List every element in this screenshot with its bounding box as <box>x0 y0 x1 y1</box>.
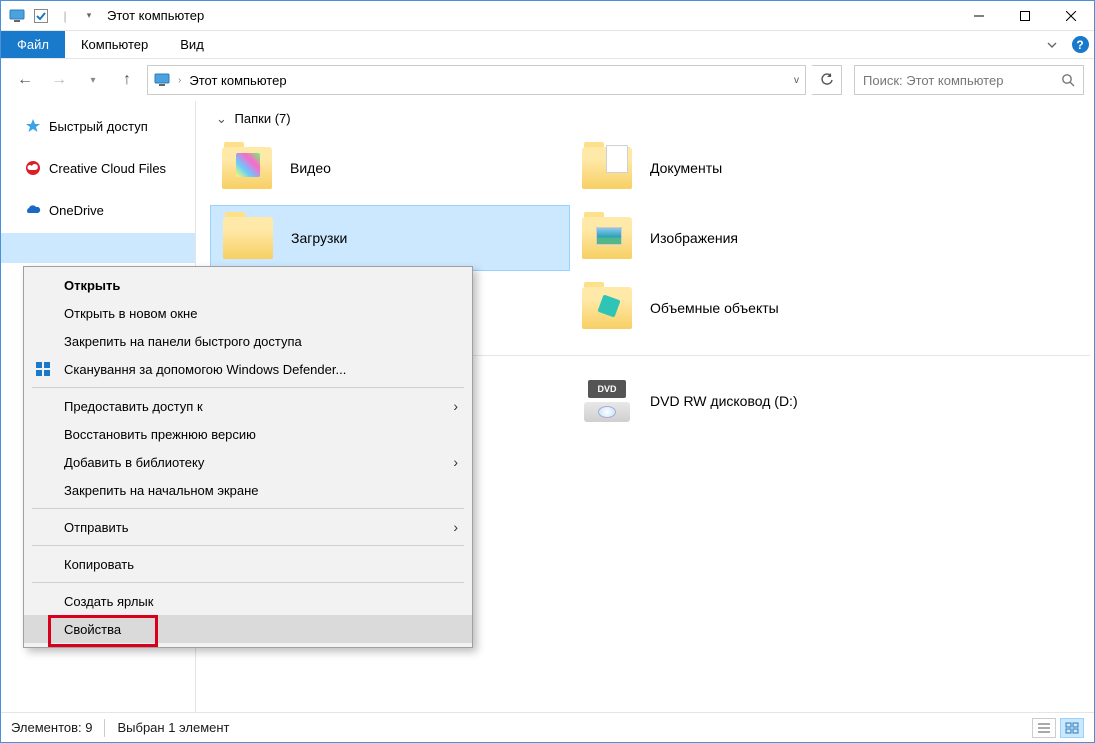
context-item-properties[interactable]: Свойства <box>24 615 472 643</box>
breadcrumb[interactable]: Этот компьютер <box>189 73 286 88</box>
status-bar: Элементов: 9 Выбран 1 элемент <box>1 712 1094 742</box>
folder-label: Загрузки <box>291 230 347 246</box>
submenu-arrow-icon: › <box>453 454 458 470</box>
folder-label: Документы <box>650 160 722 176</box>
context-item-give-access[interactable]: Предоставить доступ к› <box>24 392 472 420</box>
view-details-button[interactable] <box>1032 718 1056 738</box>
drive-tile-dvd[interactable]: DVD DVD RW дисковод (D:) <box>570 368 930 434</box>
context-item-copy[interactable]: Копировать <box>24 550 472 578</box>
window-title: Этот компьютер <box>107 8 204 23</box>
address-bar[interactable]: › Этот компьютер v <box>147 65 806 95</box>
submenu-arrow-icon: › <box>453 519 458 535</box>
context-item-restore-previous[interactable]: Восстановить прежнюю версию <box>24 420 472 448</box>
folder-label: Видео <box>290 160 331 176</box>
folder-tile-video[interactable]: Видео <box>210 135 570 201</box>
folder-icon <box>223 217 273 259</box>
maximize-button[interactable] <box>1002 1 1048 31</box>
sidebar-item-creative-cloud[interactable]: Creative Cloud Files <box>1 153 195 183</box>
this-pc-icon <box>154 72 170 88</box>
checkbox-icon[interactable] <box>33 8 49 24</box>
up-button[interactable]: ↑ <box>113 66 141 94</box>
onedrive-icon <box>25 202 41 218</box>
dvd-drive-icon: DVD <box>582 380 632 422</box>
folder-tile-3d-objects[interactable]: Объемные объекты <box>570 275 930 341</box>
search-icon <box>1061 73 1075 87</box>
close-button[interactable] <box>1048 1 1094 31</box>
folder-icon <box>582 147 632 189</box>
refresh-button[interactable] <box>812 65 842 95</box>
submenu-arrow-icon: › <box>453 398 458 414</box>
help-icon: ? <box>1072 36 1089 53</box>
status-item-count: Элементов: 9 <box>11 720 92 735</box>
context-item-send-to[interactable]: Отправить› <box>24 513 472 541</box>
context-item-open[interactable]: Открыть <box>24 271 472 299</box>
defender-icon <box>34 360 52 378</box>
context-item-pin-start[interactable]: Закрепить на начальном экране <box>24 476 472 504</box>
this-pc-icon <box>9 8 25 24</box>
context-separator <box>32 387 464 388</box>
title-bar: | ▾ Этот компьютер <box>1 1 1094 31</box>
navigation-bar: ← → ▾ ↑ › Этот компьютер v Поиск: Этот к… <box>1 59 1094 101</box>
address-dropdown-icon[interactable]: v <box>794 75 799 86</box>
folder-icon <box>582 287 632 329</box>
folder-icon <box>222 147 272 189</box>
context-item-add-to-library[interactable]: Добавить в библиотеку› <box>24 448 472 476</box>
folder-tile-pictures[interactable]: Изображения <box>570 205 930 271</box>
group-header-folders[interactable]: ⌄ Папки (7) <box>216 111 1094 127</box>
folder-tile-documents[interactable]: Документы <box>570 135 930 201</box>
search-placeholder: Поиск: Этот компьютер <box>863 73 1061 88</box>
qat-divider: | <box>57 8 73 24</box>
context-item-open-new-window[interactable]: Открыть в новом окне <box>24 299 472 327</box>
sidebar-item-label: Creative Cloud Files <box>49 161 166 176</box>
context-separator <box>32 508 464 509</box>
status-selection: Выбран 1 элемент <box>117 720 229 735</box>
sidebar-item-label: OneDrive <box>49 203 104 218</box>
recent-locations-icon[interactable]: ▾ <box>79 66 107 94</box>
folder-icon <box>582 217 632 259</box>
context-item-scan-defender[interactable]: Сканування за допомогою Windows Defender… <box>24 355 472 383</box>
sidebar-item-quick-access[interactable]: Быстрый доступ <box>1 111 195 141</box>
back-button[interactable]: ← <box>11 66 39 94</box>
creative-cloud-icon <box>25 160 41 176</box>
folder-label: Объемные объекты <box>650 300 779 316</box>
status-separator <box>104 719 105 737</box>
tab-view[interactable]: Вид <box>164 31 220 58</box>
folder-tile-downloads[interactable]: Загрузки <box>210 205 570 271</box>
search-input[interactable]: Поиск: Этот компьютер <box>854 65 1084 95</box>
context-separator <box>32 582 464 583</box>
tab-computer[interactable]: Компьютер <box>65 31 164 58</box>
help-button[interactable]: ? <box>1066 31 1094 58</box>
chevron-down-icon: ⌄ <box>216 111 227 126</box>
context-item-create-shortcut[interactable]: Создать ярлык <box>24 587 472 615</box>
view-tiles-button[interactable] <box>1060 718 1084 738</box>
tab-file[interactable]: Файл <box>1 31 65 58</box>
ribbon-tabs: Файл Компьютер Вид ? <box>1 31 1094 59</box>
qat-dropdown-icon[interactable]: ▾ <box>81 8 97 24</box>
context-separator <box>32 545 464 546</box>
chevron-right-icon[interactable]: › <box>178 75 181 86</box>
context-item-pin-quick-access[interactable]: Закрепить на панели быстрого доступа <box>24 327 472 355</box>
star-icon <box>25 118 41 134</box>
minimize-button[interactable] <box>956 1 1002 31</box>
sidebar-item-label: Быстрый доступ <box>49 119 148 134</box>
folder-label: Изображения <box>650 230 738 246</box>
drive-label: DVD RW дисковод (D:) <box>650 393 798 409</box>
sidebar-item-onedrive[interactable]: OneDrive <box>1 195 195 225</box>
ribbon-expand-icon[interactable] <box>1038 31 1066 58</box>
sidebar-item-selected-placeholder[interactable] <box>1 233 195 263</box>
quick-access-toolbar: | ▾ <box>1 8 97 24</box>
forward-button[interactable]: → <box>45 66 73 94</box>
context-menu: Открыть Открыть в новом окне Закрепить н… <box>23 266 473 648</box>
